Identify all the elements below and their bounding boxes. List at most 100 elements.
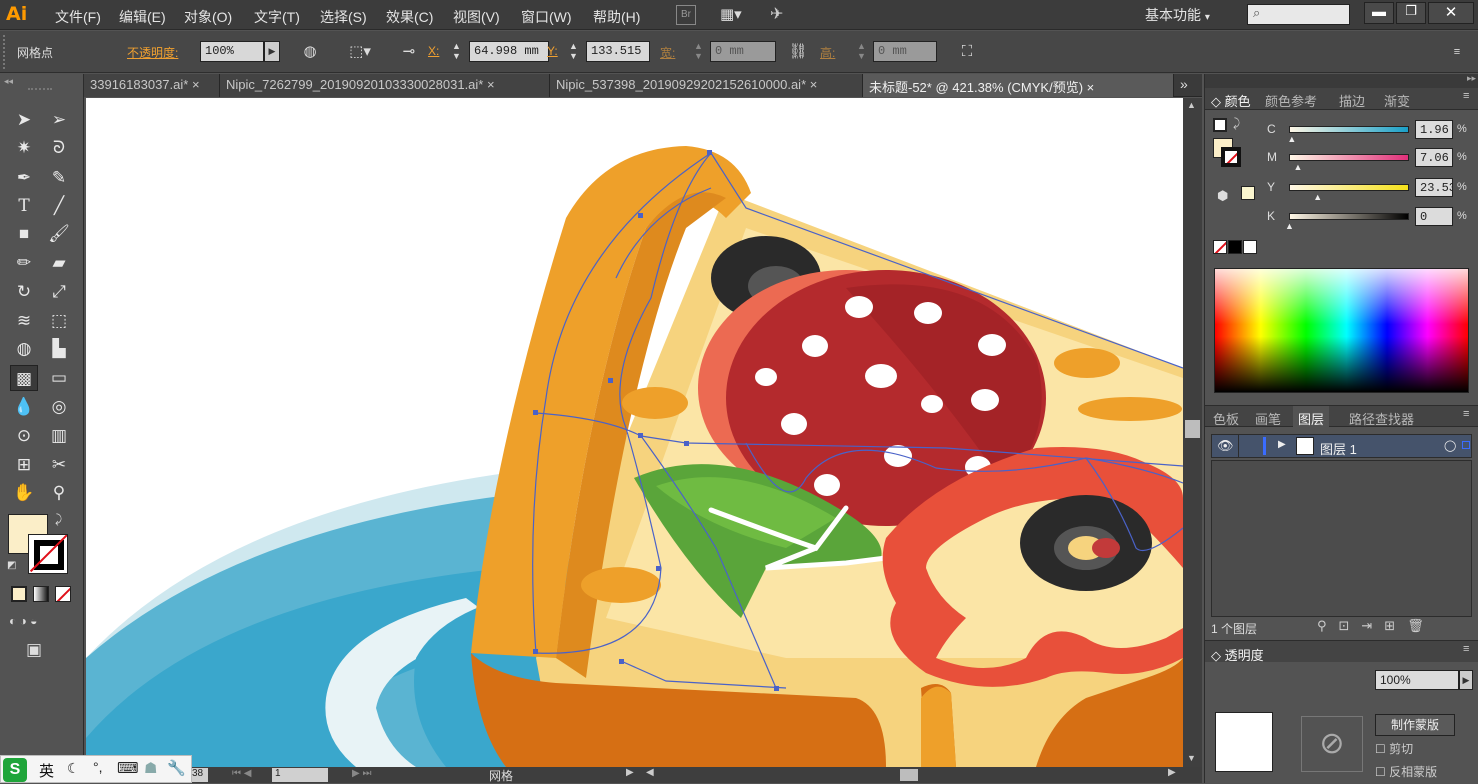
control-menu-icon[interactable]: ≡ bbox=[1446, 41, 1468, 63]
tab-color[interactable]: ◇ 颜色 bbox=[1211, 91, 1251, 110]
channel-value-m[interactable]: 7.06 bbox=[1415, 148, 1453, 167]
hand-tool-icon[interactable]: ✋ bbox=[10, 480, 38, 506]
tab-gradient[interactable]: 渐变 bbox=[1384, 91, 1410, 110]
layers-panel-menu-icon[interactable]: ≡ bbox=[1463, 408, 1469, 420]
swap-fill-stroke-icon[interactable]: ⤸ bbox=[55, 512, 62, 527]
last-artboard-icon[interactable]: ▶ ⏭ bbox=[352, 768, 371, 779]
zoom-tool-icon[interactable]: ⚲ bbox=[45, 480, 73, 506]
opacity-field[interactable]: 100% bbox=[200, 41, 264, 62]
width-tool-icon[interactable]: ≋ bbox=[10, 308, 38, 334]
tools-icon[interactable]: 🔧 bbox=[167, 759, 186, 777]
artboard-tool-icon[interactable]: ⊞ bbox=[10, 452, 38, 478]
grip-handle[interactable] bbox=[3, 35, 6, 69]
channel-value-y[interactable]: 23.53 bbox=[1415, 178, 1453, 197]
toolbox-collapse-icon[interactable]: ◂◂ bbox=[4, 76, 13, 87]
close-tab-icon[interactable]: × bbox=[810, 77, 818, 92]
stroke-swatch[interactable] bbox=[28, 534, 68, 574]
eye-icon[interactable]: 👁 bbox=[1217, 438, 1234, 454]
menu-window[interactable]: 窗口(W) bbox=[521, 7, 572, 27]
collapse-panels-icon[interactable]: ▸▸ bbox=[1467, 73, 1476, 84]
column-graph-tool-icon[interactable]: ▥ bbox=[45, 423, 73, 449]
selection-tool-icon[interactable]: ➤ bbox=[10, 107, 38, 133]
layer-actions[interactable]: ⚲⊡⇥⊞🗑 bbox=[1317, 618, 1436, 634]
minimize-button[interactable]: ▬ bbox=[1364, 2, 1394, 24]
vertical-scrollbar[interactable]: ▲ ▼ bbox=[1183, 98, 1202, 767]
restore-button[interactable]: ❐ bbox=[1396, 2, 1426, 24]
channel-slider-c[interactable] bbox=[1289, 126, 1409, 133]
menu-view[interactable]: 视图(V) bbox=[453, 7, 500, 27]
close-tab-icon[interactable]: × bbox=[192, 77, 200, 92]
tab-document-2[interactable]: Nipic_7262799_20190920103330028031.ai* × bbox=[220, 74, 550, 97]
channel-slider-m[interactable] bbox=[1289, 154, 1409, 161]
punctuation-icon[interactable]: °, bbox=[93, 759, 103, 775]
tab-brushes[interactable]: 画笔 bbox=[1255, 409, 1281, 428]
height-stepper-icon[interactable]: ▲ ▼ bbox=[857, 41, 871, 62]
isolate-selection-icon[interactable]: ⛶ bbox=[956, 41, 978, 63]
ime-language-toggle[interactable]: 英 bbox=[39, 760, 54, 781]
tab-layers[interactable]: 图层 bbox=[1293, 406, 1330, 428]
white-swatch[interactable] bbox=[1243, 240, 1257, 254]
height-field[interactable]: 0 mm bbox=[873, 41, 937, 62]
menu-file[interactable]: 文件(F) bbox=[55, 7, 101, 27]
menu-select[interactable]: 选择(S) bbox=[320, 7, 367, 27]
paintbrush-tool-icon[interactable]: 🖌 bbox=[45, 221, 73, 247]
expand-layer-icon[interactable]: ▶ bbox=[1278, 439, 1286, 450]
scroll-left-icon[interactable]: ◀ bbox=[646, 767, 654, 778]
color-panel-menu-icon[interactable]: ≡ bbox=[1463, 90, 1469, 102]
mesh-tool-icon[interactable]: ▩ bbox=[10, 365, 38, 391]
channel-value-k[interactable]: 0 bbox=[1415, 207, 1453, 226]
width-label[interactable]: 宽: bbox=[660, 44, 675, 61]
transparency-menu-icon[interactable]: ≡ bbox=[1463, 643, 1469, 655]
opacity-label[interactable]: 不透明度: bbox=[127, 44, 178, 61]
out-of-gamut-icon[interactable]: ⬢ bbox=[1217, 188, 1228, 204]
tab-document-1[interactable]: 33916183037.ai* × bbox=[84, 74, 220, 97]
scale-tool-icon[interactable]: ⤢ bbox=[45, 279, 73, 305]
rectangle-tool-icon[interactable]: ■ bbox=[10, 221, 38, 247]
sogou-logo-icon[interactable]: S bbox=[3, 758, 27, 782]
menu-help[interactable]: 帮助(H) bbox=[593, 7, 640, 27]
color-mode-icon[interactable] bbox=[11, 586, 27, 602]
color-spectrum[interactable] bbox=[1214, 268, 1469, 393]
rotate-tool-icon[interactable]: ↻ bbox=[10, 279, 38, 305]
first-artboard-icon[interactable]: ⏮ ◀ bbox=[232, 768, 251, 779]
workspace-switcher[interactable]: 基本功能 ▾ bbox=[1145, 5, 1210, 25]
scroll-up-icon[interactable]: ▲ bbox=[1187, 100, 1196, 110]
channel-value-c[interactable]: 1.96 bbox=[1415, 120, 1453, 139]
y-label[interactable]: Y: bbox=[547, 44, 558, 58]
tabs-overflow-icon[interactable]: » bbox=[1180, 76, 1188, 92]
width-field[interactable]: 0 mm bbox=[710, 41, 776, 62]
status-menu-icon[interactable]: ▶ bbox=[626, 767, 634, 778]
blend-tool-icon[interactable]: ◎ bbox=[45, 394, 73, 420]
scroll-right-icon[interactable]: ▶ bbox=[1168, 767, 1176, 778]
search-input[interactable]: ⌕ bbox=[1247, 4, 1350, 25]
layer-row[interactable]: 👁 ▶ 图层 1 ◯ bbox=[1211, 434, 1472, 458]
tab-document-active[interactable]: 未标题-52* @ 421.38% (CMYK/预览) × bbox=[863, 74, 1174, 97]
x-label[interactable]: X: bbox=[428, 44, 439, 58]
opacity-dropdown-icon[interactable]: ▶ bbox=[264, 41, 280, 62]
pen-tool-icon[interactable]: ✒ bbox=[10, 165, 38, 191]
tab-color-guide[interactable]: 颜色参考 bbox=[1265, 91, 1317, 110]
y-field[interactable]: 133.515 mm bbox=[586, 41, 650, 62]
arrange-documents-icon[interactable]: ▦▾ bbox=[720, 5, 752, 25]
fill-none-icon[interactable] bbox=[1213, 118, 1227, 132]
menu-edit[interactable]: 编辑(E) bbox=[119, 7, 166, 27]
scroll-down-icon[interactable]: ▼ bbox=[1187, 753, 1196, 763]
close-tab-icon[interactable]: × bbox=[1087, 80, 1095, 95]
make-mask-button[interactable]: 制作蒙版 bbox=[1375, 714, 1455, 736]
tab-transparency[interactable]: ◇ 透明度 bbox=[1211, 645, 1264, 664]
pencil-tool-icon[interactable]: ✏ bbox=[10, 250, 38, 276]
clip-checkbox[interactable]: ☐ 剪切 bbox=[1375, 740, 1413, 757]
transparency-opacity-field[interactable]: 100% bbox=[1375, 670, 1459, 690]
horizontal-scroll-thumb[interactable] bbox=[900, 769, 918, 781]
lasso-tool-icon[interactable]: ᘐ bbox=[45, 135, 73, 161]
channel-thumb-y[interactable]: ▲ bbox=[1313, 192, 1322, 202]
slice-tool-icon[interactable]: ✂ bbox=[45, 452, 73, 478]
drawing-modes-icon[interactable]: ◐ ◑ ◒ bbox=[9, 614, 77, 632]
moon-icon[interactable]: ☾ bbox=[67, 760, 80, 777]
close-tab-icon[interactable]: × bbox=[487, 77, 495, 92]
menu-effect[interactable]: 效果(C) bbox=[386, 7, 433, 27]
invert-mask-checkbox[interactable]: ☐ 反相蒙版 bbox=[1375, 763, 1437, 780]
transparency-opacity-dropdown-icon[interactable]: ▶ bbox=[1459, 670, 1473, 690]
tab-swatches[interactable]: 色板 bbox=[1213, 409, 1239, 428]
bridge-button[interactable]: Br bbox=[676, 5, 696, 25]
